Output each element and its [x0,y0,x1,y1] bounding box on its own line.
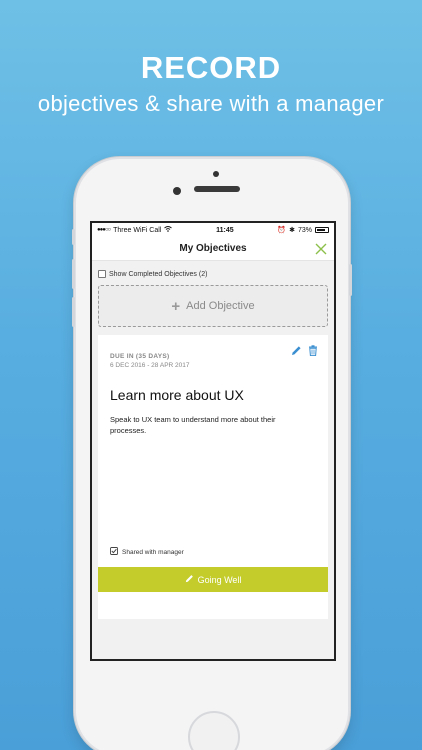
pencil-icon [185,574,194,585]
promo-subline: objectives & share with a manager [37,91,385,116]
going-well-label: Going Well [197,574,242,585]
home-button[interactable] [188,711,240,750]
battery-icon [315,227,329,233]
status-bar: ●●●○○ Three WiFi Call 11:45 ⏰ ✱ 73% [92,223,334,237]
volume-up-button [72,259,75,289]
objective-title: Learn more about UX [110,387,244,403]
add-objective-label: Add Objective [186,300,255,312]
front-camera [173,187,181,195]
plus-icon: + [171,297,181,315]
promo-headline: RECORD [140,50,282,85]
proximity-sensor [213,171,219,177]
signal-icon: ●●●○○ [97,227,111,233]
alarm-icon: ⏰ [277,227,287,234]
due-label: DUE IN (35 DAYS) [110,353,170,360]
nav-bar: My Objectives [92,237,334,261]
volume-down-button [72,297,75,327]
date-range: 6 DEC 2016 - 28 APR 2017 [110,362,190,369]
show-completed-toggle[interactable]: Show Completed Objectives (2) [98,267,328,281]
card-actions [291,343,318,361]
bluetooth-icon: ✱ [289,227,295,234]
battery-percent: 73% [297,226,312,234]
phone-screen: ●●●○○ Three WiFi Call 11:45 ⏰ ✱ 73% My O… [90,221,336,661]
objectives-list: Show Completed Objectives (2) + Add Obje… [92,261,334,659]
add-objective-button[interactable]: + Add Objective [98,285,328,327]
objective-card[interactable]: DUE IN (35 DAYS) 6 DEC 2016 - 28 APR 201… [98,335,328,619]
show-completed-checkbox[interactable] [98,270,106,278]
shared-label: Shared with manager [122,548,184,556]
wifi-icon [164,226,173,234]
earpiece-speaker [194,186,240,192]
show-completed-label: Show Completed Objectives (2) [109,270,208,278]
carrier-label: Three WiFi Call [113,226,162,234]
delete-trash-icon[interactable] [308,343,318,361]
phone-frame: ●●●○○ Three WiFi Call 11:45 ⏰ ✱ 73% My O… [72,157,352,750]
shared-check-icon [110,547,118,557]
power-button [349,264,352,296]
clock: 11:45 [216,226,234,234]
objective-description: Speak to UX team to understand more abou… [110,415,276,435]
mute-switch [72,229,75,245]
page-title: My Objectives [179,243,247,254]
shared-indicator: Shared with manager [110,547,184,557]
close-icon[interactable] [314,242,328,256]
going-well-button[interactable]: Going Well [98,567,328,592]
edit-pencil-icon[interactable] [291,343,302,361]
